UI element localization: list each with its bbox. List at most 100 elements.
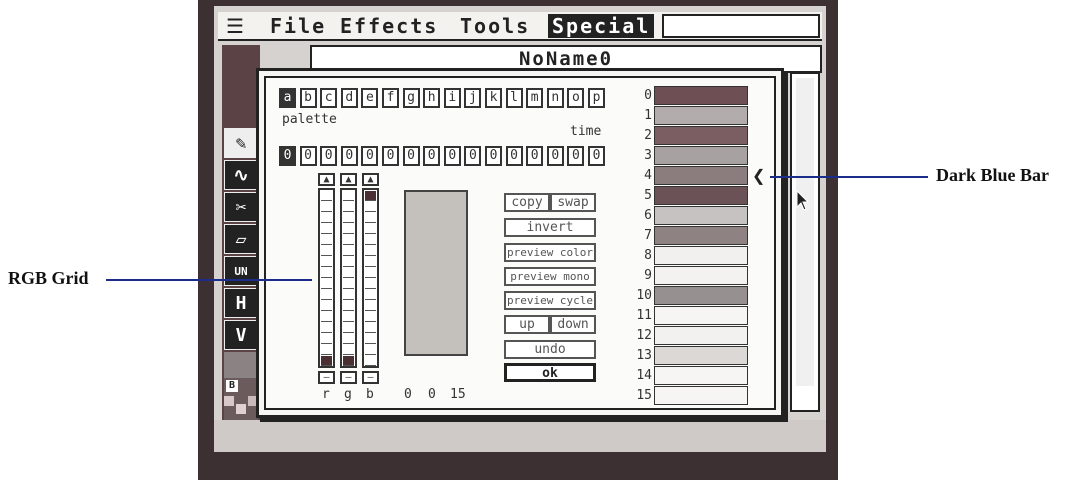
- rgb-cell[interactable]: [365, 323, 376, 333]
- rgb-cell[interactable]: [343, 257, 354, 267]
- menu-file[interactable]: File: [270, 14, 326, 38]
- palette-swatch-8[interactable]: [654, 246, 748, 265]
- menu-effects[interactable]: Effects: [340, 14, 438, 38]
- curve-icon[interactable]: ∿: [224, 160, 258, 190]
- rgb-cell[interactable]: [321, 224, 332, 234]
- time-value-13[interactable]: 0: [546, 146, 564, 166]
- red-channel-column[interactable]: [318, 188, 335, 368]
- undo-icon[interactable]: UN: [224, 256, 258, 286]
- time-value-8[interactable]: 0: [443, 146, 461, 166]
- palette-letter-e[interactable]: e: [361, 88, 379, 108]
- pencil-icon[interactable]: ✎: [224, 128, 258, 158]
- palette-letter-i[interactable]: i: [443, 88, 461, 108]
- rgb-cell[interactable]: [365, 290, 376, 300]
- rgb-cell[interactable]: [343, 246, 354, 256]
- palette-letter-c[interactable]: c: [320, 88, 338, 108]
- rgb-cell[interactable]: [365, 235, 376, 245]
- rgb-cell[interactable]: [365, 356, 376, 366]
- palette-swatch-10[interactable]: [654, 286, 748, 305]
- blue-decrease-button[interactable]: —: [362, 371, 379, 384]
- time-value-1[interactable]: 0: [299, 146, 317, 166]
- rgb-cell[interactable]: [321, 213, 332, 223]
- rgb-cell[interactable]: [343, 301, 354, 311]
- rgb-cell[interactable]: [365, 345, 376, 355]
- eraser-icon[interactable]: ▱: [224, 224, 258, 254]
- palette-letter-f[interactable]: f: [382, 88, 399, 108]
- rgb-cell[interactable]: [365, 312, 376, 322]
- time-value-14[interactable]: 0: [567, 146, 585, 166]
- rgb-cell[interactable]: [321, 235, 332, 245]
- time-value-2[interactable]: 0: [320, 146, 338, 166]
- rgb-cell[interactable]: [343, 268, 354, 278]
- palette-swatch-2[interactable]: [654, 126, 748, 145]
- rgb-cell[interactable]: [321, 279, 332, 289]
- h-icon[interactable]: H: [224, 288, 258, 318]
- palette-letter-a[interactable]: a: [279, 88, 296, 108]
- down-button[interactable]: down: [550, 315, 596, 334]
- rgb-cell[interactable]: [321, 268, 332, 278]
- green-channel-column[interactable]: [340, 188, 357, 368]
- palette-swatch-7[interactable]: [654, 226, 748, 245]
- time-value-11[interactable]: 0: [505, 146, 523, 166]
- palette-swatch-13[interactable]: [654, 346, 748, 365]
- rgb-cell[interactable]: [343, 224, 354, 234]
- palette-swatch-0[interactable]: [654, 86, 748, 105]
- palette-swatch-11[interactable]: [654, 306, 748, 325]
- invert-button[interactable]: invert: [504, 218, 596, 237]
- time-value-3[interactable]: 0: [340, 146, 358, 166]
- rgb-cell[interactable]: [343, 312, 354, 322]
- rgb-cell[interactable]: [343, 323, 354, 333]
- rgb-cell[interactable]: [321, 202, 332, 212]
- palette-swatch-12[interactable]: [654, 326, 748, 345]
- rgb-cell[interactable]: [343, 213, 354, 223]
- rgb-cell[interactable]: [365, 224, 376, 234]
- blue-channel-column[interactable]: [362, 188, 379, 368]
- rgb-cell[interactable]: [365, 279, 376, 289]
- rgb-cell[interactable]: [365, 191, 376, 201]
- palette-letter-g[interactable]: g: [402, 88, 420, 108]
- swap-button[interactable]: swap: [550, 193, 596, 212]
- red-increase-button[interactable]: ▲: [318, 173, 335, 186]
- preview-cycle-button[interactable]: preview cycle: [504, 291, 596, 310]
- rgb-cell[interactable]: [321, 257, 332, 267]
- preview-mono-button[interactable]: preview mono: [504, 267, 596, 286]
- pattern-swatch[interactable]: B: [224, 378, 258, 424]
- rgb-cell[interactable]: [365, 301, 376, 311]
- rgb-cell[interactable]: [321, 334, 332, 344]
- rgb-cell[interactable]: [343, 279, 354, 289]
- undo-button[interactable]: undo: [504, 340, 596, 359]
- rgb-cell[interactable]: [343, 334, 354, 344]
- rgb-cell[interactable]: [365, 268, 376, 278]
- palette-letter-p[interactable]: p: [588, 88, 605, 108]
- palette-letter-k[interactable]: k: [485, 88, 502, 108]
- time-value-7[interactable]: 0: [423, 146, 441, 166]
- time-value-5[interactable]: 0: [382, 146, 399, 166]
- rgb-cell[interactable]: [365, 213, 376, 223]
- rgb-cell[interactable]: [321, 312, 332, 322]
- scissors-icon[interactable]: ✂: [224, 192, 258, 222]
- palette-letter-n[interactable]: n: [546, 88, 564, 108]
- palette-swatch-9[interactable]: [654, 266, 748, 285]
- palette-letter-o[interactable]: o: [567, 88, 585, 108]
- time-value-9[interactable]: 0: [464, 146, 482, 166]
- palette-letter-l[interactable]: l: [505, 88, 523, 108]
- palette-swatch-4[interactable]: [654, 166, 748, 185]
- time-value-12[interactable]: 0: [526, 146, 544, 166]
- rgb-cell[interactable]: [321, 301, 332, 311]
- rgb-cell[interactable]: [343, 356, 354, 366]
- rgb-cell[interactable]: [343, 235, 354, 245]
- rgb-cell[interactable]: [321, 323, 332, 333]
- palette-swatch-15[interactable]: [654, 386, 748, 405]
- copy-button[interactable]: copy: [504, 193, 550, 212]
- rgb-cell[interactable]: [343, 191, 354, 201]
- palette-swatch-6[interactable]: [654, 206, 748, 225]
- rgb-cell[interactable]: [365, 334, 376, 344]
- time-value-0[interactable]: 0: [279, 146, 296, 166]
- green-decrease-button[interactable]: —: [340, 371, 357, 384]
- rgb-cell[interactable]: [321, 356, 332, 366]
- preview-color-button[interactable]: preview color: [504, 243, 596, 262]
- time-value-10[interactable]: 0: [485, 146, 502, 166]
- rgb-cell[interactable]: [321, 191, 332, 201]
- rgb-cell[interactable]: [343, 202, 354, 212]
- rgb-cell[interactable]: [365, 202, 376, 212]
